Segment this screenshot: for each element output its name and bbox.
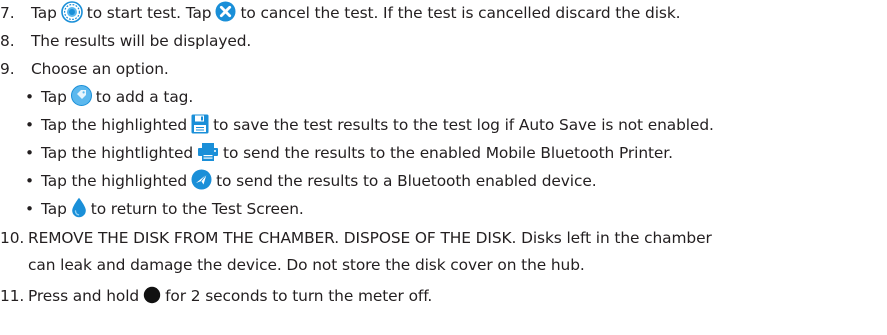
bullet: • [25, 172, 34, 190]
option-return: • Tap to return to the Test Screen. [8, 196, 304, 223]
step-number: 7. [0, 4, 15, 22]
send-bluetooth-icon [191, 169, 212, 190]
instruction-document: 7. Tap to start test. Tap to cancel the t… [0, 0, 887, 335]
bullet: • [25, 88, 34, 106]
option-print: • Tap the hightlighted to send the result… [8, 140, 673, 167]
step-number: 9. [0, 60, 15, 78]
step-number: 10. [0, 229, 25, 247]
step-number: 8. [0, 32, 15, 50]
printer-icon [197, 142, 219, 162]
bullet: • [25, 116, 34, 134]
drop-icon [71, 197, 87, 218]
option-text-before: Tap [41, 200, 67, 218]
option-text-after: to send the results to a Bluetooth enabl… [216, 172, 597, 190]
cancel-test-icon [215, 1, 236, 22]
step-number: 11. [0, 287, 25, 305]
step-text: The results will be displayed. [31, 32, 252, 50]
step-text-part: to cancel the test. If the test is cance… [240, 4, 681, 22]
tag-icon [70, 85, 92, 106]
option-add-tag: • Tap to add a tag. [8, 84, 193, 111]
step-text-part: Tap [31, 4, 57, 22]
step-10: 10. REMOVE THE DISK FROM THE CHAMBER. DIS… [0, 225, 712, 252]
step-text: Choose an option. [31, 60, 169, 78]
option-text-before: Tap the highlighted [41, 116, 188, 134]
step-text-part: Press and hold [28, 287, 140, 305]
step-text-part: to start test. Tap [86, 4, 212, 22]
bullet: • [25, 200, 34, 218]
option-text-after: to save the test results to the test log… [213, 116, 714, 134]
step-7: 7. Tap to start test. Tap to cancel the t… [0, 0, 681, 27]
save-icon [191, 114, 209, 134]
option-text-before: Tap the highlighted [41, 172, 188, 190]
option-text-after: to send the results to the enabled Mobil… [223, 144, 673, 162]
option-send-bluetooth: • Tap the highlighted to send the results… [8, 168, 597, 195]
power-button-icon [143, 286, 161, 304]
start-test-icon [60, 0, 83, 23]
step-text-line: REMOVE THE DISK FROM THE CHAMBER. DISPOS… [28, 229, 712, 247]
step-text-part: for 2 seconds to turn the meter off. [165, 287, 433, 305]
option-text-before: Tap the hightlighted [41, 144, 194, 162]
option-text-after: to add a tag. [95, 88, 194, 106]
step-10-continuation: can leak and damage the device. Do not s… [28, 252, 585, 279]
bullet: • [25, 144, 34, 162]
step-11: 11. Press and hold for 2 seconds to turn … [0, 283, 432, 310]
step-text-line: can leak and damage the device. Do not s… [28, 256, 585, 274]
step-9: 9. Choose an option. [0, 56, 169, 83]
option-text-after: to return to the Test Screen. [90, 200, 304, 218]
option-save: • Tap the highlighted to save the test re… [8, 112, 714, 139]
step-8: 8. The results will be displayed. [0, 28, 251, 55]
option-text-before: Tap [41, 88, 67, 106]
